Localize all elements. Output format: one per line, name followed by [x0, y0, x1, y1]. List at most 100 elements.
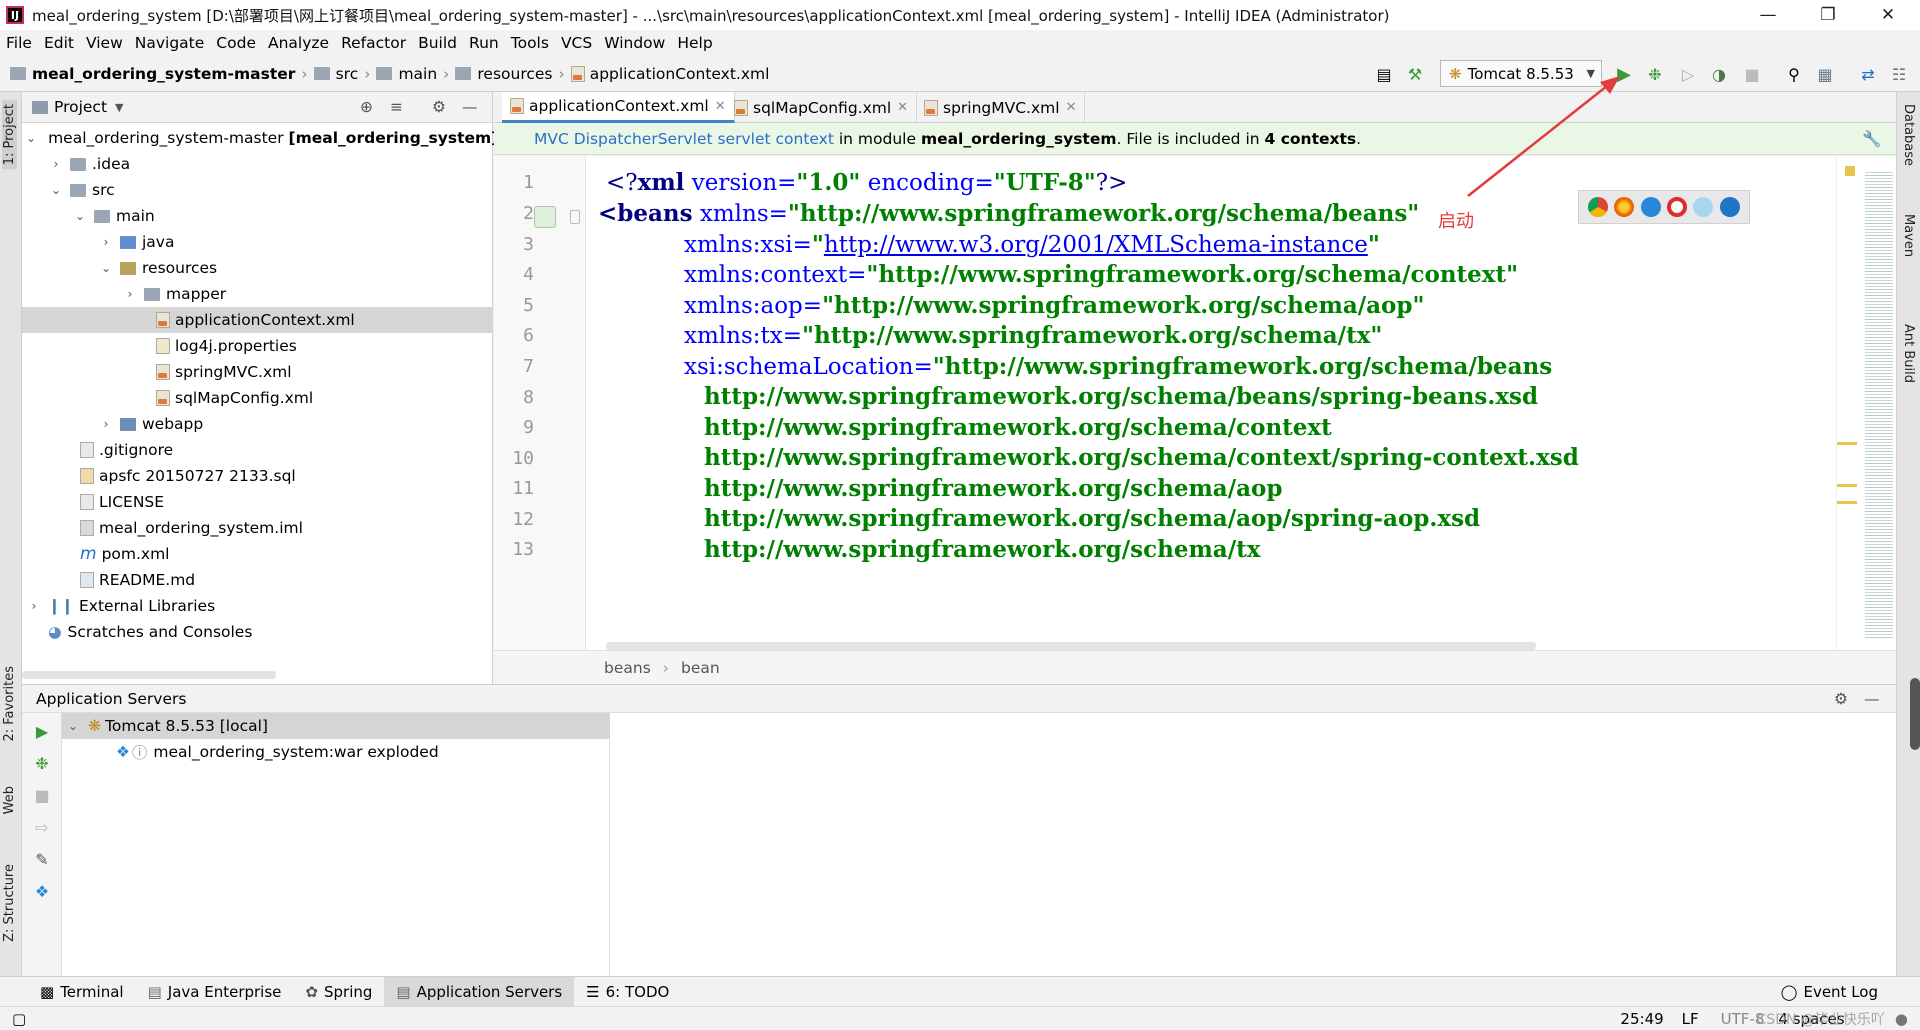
hide-icon[interactable]: —	[1864, 690, 1880, 708]
breadcrumb-main[interactable]: main ›	[376, 65, 449, 83]
close-icon[interactable]: ✕	[715, 99, 726, 114]
fold-marker-icon[interactable]	[570, 210, 580, 224]
restore-button[interactable]: ❐	[1800, 0, 1856, 30]
server-row[interactable]: ⌄ ❋ Tomcat 8.5.53 [local]	[62, 713, 610, 739]
tree-item-mapper[interactable]: › mapper	[22, 281, 493, 307]
tab-project[interactable]: 1: Project	[2, 100, 17, 170]
menu-build[interactable]: Build	[418, 34, 457, 52]
close-button[interactable]: ✕	[1860, 0, 1916, 30]
spring-bean-gutter-icon[interactable]	[534, 206, 556, 228]
menu-vcs[interactable]: VCS	[561, 34, 592, 52]
event-log-button[interactable]: ◯ Event Log	[1769, 977, 1890, 1007]
chevron-down-icon[interactable]: ▼	[115, 101, 123, 114]
tab-applicationcontext[interactable]: applicationContext.xml ✕	[502, 92, 735, 123]
deploy-icon[interactable]: ⇨	[32, 817, 52, 837]
menu-run[interactable]: Run	[469, 34, 499, 52]
toggle-tool-windows-icon[interactable]: ▢	[12, 1010, 26, 1028]
edit-config-icon[interactable]: ✎	[32, 849, 52, 869]
menu-help[interactable]: Help	[677, 34, 712, 52]
edge-icon[interactable]	[1719, 197, 1740, 217]
menu-code[interactable]: Code	[216, 34, 256, 52]
breadcrumb-beans[interactable]: beans	[604, 659, 651, 677]
tree-item-sqlmapconfig[interactable]: sqlMapConfig.xml	[22, 385, 493, 411]
gear-icon[interactable]: ⚙	[432, 98, 446, 116]
code-editor[interactable]: <?xml version="1.0" encoding="UTF-8"?> <…	[586, 156, 1836, 650]
tab-springmvc[interactable]: springMVC.xml ✕	[916, 92, 1086, 123]
minimize-button[interactable]: —	[1740, 0, 1796, 30]
tab-database[interactable]: Database	[1901, 104, 1916, 166]
tree-item-src[interactable]: ⌄ src	[22, 177, 493, 203]
tasks-icon[interactable]: ☷	[1887, 62, 1911, 86]
tree-item-resources[interactable]: ⌄ resources	[22, 255, 493, 281]
sdk-folder-icon[interactable]: ▦	[1813, 62, 1837, 86]
editor-horizontal-scrollbar[interactable]	[606, 642, 1536, 650]
tree-item-webapp[interactable]: › webapp	[22, 411, 493, 437]
tree-item-java[interactable]: › java	[22, 229, 493, 255]
breadcrumb-resources[interactable]: resources ›	[455, 65, 565, 83]
tree-item-readme[interactable]: README.md	[22, 567, 493, 593]
menu-file[interactable]: File	[6, 34, 32, 52]
caret-position[interactable]: 25:49	[1620, 1010, 1663, 1028]
tab-java-enterprise[interactable]: ▤ Java Enterprise	[136, 977, 294, 1007]
search-icon[interactable]: ⚲	[1782, 62, 1806, 86]
code-minimap[interactable]	[1836, 156, 1896, 650]
tree-item-pom[interactable]: m pom.xml	[22, 541, 493, 567]
tree-item-log4j[interactable]: log4j.properties	[22, 333, 493, 359]
opera-icon[interactable]	[1667, 197, 1688, 217]
line-separator[interactable]: LF	[1682, 1010, 1699, 1028]
lock-icon[interactable]: ●	[1895, 1010, 1908, 1028]
tab-todo[interactable]: ☰ 6: TODO	[574, 977, 681, 1007]
menu-analyze[interactable]: Analyze	[268, 34, 329, 52]
run-coverage-icon[interactable]: ▷	[1676, 62, 1700, 86]
menu-refactor[interactable]: Refactor	[341, 34, 406, 52]
tree-item-external-libraries[interactable]: › ❙❙ External Libraries	[22, 593, 493, 619]
tree-item-applicationcontext[interactable]: applicationContext.xml	[22, 307, 493, 333]
project-structure-icon[interactable]: ▤	[1372, 62, 1396, 86]
tree-item-scratches[interactable]: ◕ Scratches and Consoles	[22, 619, 493, 645]
tree-item-root[interactable]: ⌄ meal_ordering_system-master [meal_order…	[22, 125, 498, 151]
stop-icon[interactable]: ■	[32, 785, 52, 805]
close-icon[interactable]: ✕	[897, 100, 908, 115]
tree-item-main[interactable]: ⌄ main	[22, 203, 493, 229]
servlet-context-link[interactable]: MVC DispatcherServlet servlet context	[534, 130, 834, 148]
tab-terminal[interactable]: ▩ Terminal	[28, 977, 136, 1007]
hide-icon[interactable]: —	[462, 98, 478, 116]
tab-web[interactable]: Web	[2, 786, 17, 814]
run-icon[interactable]: ▶	[32, 721, 52, 741]
tab-spring[interactable]: ✿ Spring	[293, 977, 384, 1007]
tab-structure[interactable]: Z: Structure	[2, 864, 17, 942]
debug-icon[interactable]: ❉	[1643, 62, 1667, 86]
safari-icon[interactable]	[1640, 197, 1661, 217]
translate-icon[interactable]: ⇄	[1856, 62, 1880, 86]
stop-icon[interactable]: ■	[1740, 62, 1764, 86]
menu-tools[interactable]: Tools	[511, 34, 549, 52]
tree-item-license[interactable]: LICENSE	[22, 489, 493, 515]
tab-favorites[interactable]: 2: Favorites	[2, 666, 17, 742]
wrench-icon[interactable]: 🔧	[1862, 130, 1881, 148]
artifact-icon[interactable]: ❖	[32, 881, 52, 901]
tree-item-sql[interactable]: apsfc 20150727 2133.sql	[22, 463, 493, 489]
tree-item-iml[interactable]: meal_ordering_system.iml	[22, 515, 493, 541]
breadcrumb-bean[interactable]: bean	[681, 659, 720, 677]
menu-window[interactable]: Window	[604, 34, 665, 52]
collapse-all-icon[interactable]: ≡	[390, 98, 403, 116]
close-icon[interactable]: ✕	[1066, 100, 1077, 115]
tree-item-gitignore[interactable]: .gitignore	[22, 437, 493, 463]
menu-edit[interactable]: Edit	[44, 34, 74, 52]
tab-application-servers[interactable]: ▤ Application Servers	[384, 976, 575, 1007]
tab-maven[interactable]: Maven	[1901, 214, 1916, 257]
tab-sqlmapconfig[interactable]: sqlMapConfig.xml ✕	[726, 92, 918, 123]
breadcrumb-project[interactable]: meal_ordering_system-master ›	[10, 65, 308, 83]
build-hammer-icon[interactable]: ⚒	[1403, 62, 1427, 86]
breadcrumb-file[interactable]: applicationContext.xml	[570, 65, 769, 83]
gear-icon[interactable]: ⚙	[1834, 690, 1848, 708]
breadcrumb-src[interactable]: src ›	[313, 65, 370, 83]
artifact-row[interactable]: ❖ ⓘ meal_ordering_system:war exploded	[62, 739, 610, 765]
debug-icon[interactable]: ❉	[32, 753, 52, 773]
horizontal-scrollbar[interactable]	[22, 671, 276, 679]
scroll-handle[interactable]	[1910, 678, 1920, 750]
project-panel-title[interactable]: Project	[54, 98, 107, 116]
menu-view[interactable]: View	[86, 34, 123, 52]
tree-item-idea[interactable]: › .idea	[22, 151, 493, 177]
tree-item-springmvc[interactable]: springMVC.xml	[22, 359, 493, 385]
